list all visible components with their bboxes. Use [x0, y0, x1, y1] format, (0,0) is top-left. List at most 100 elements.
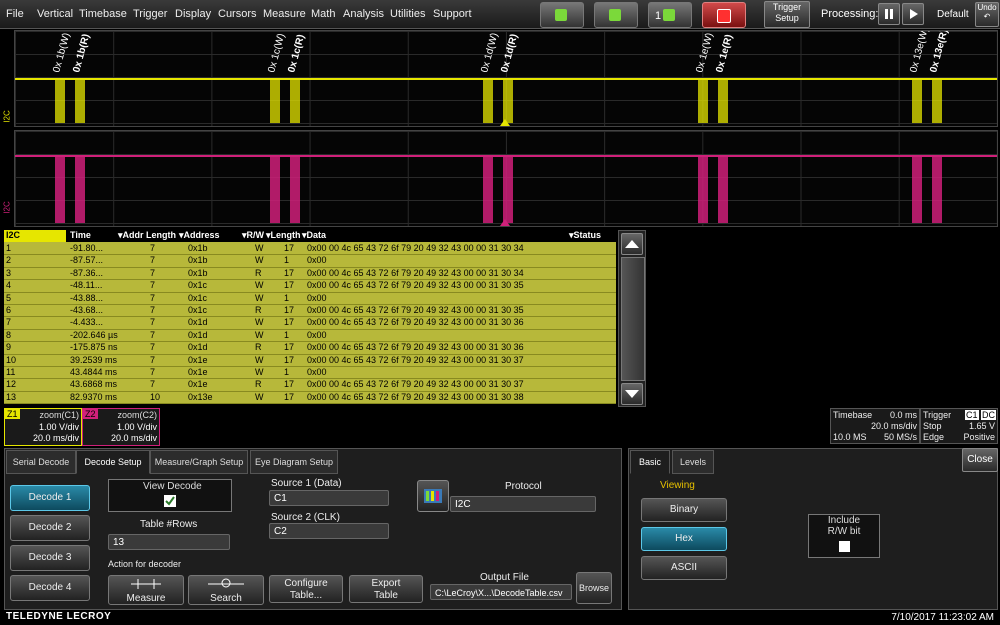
col-header-status[interactable]: ▾Status [569, 230, 601, 242]
tab-levels[interactable]: Levels [672, 450, 714, 474]
output-file-field[interactable]: C:\LeCroy\X...\DecodeTable.csv [430, 584, 572, 600]
zoom1-descriptor[interactable]: Z1 zoom(C1) 1.00 V/div 20.0 ms/div [4, 408, 82, 446]
zoom1-name: zoom(C1) [39, 410, 79, 420]
table-row[interactable]: 6 -43.68... 7 0x1c R 17 0x00 00 4c 65 43 72 6f… [4, 304, 616, 318]
menu-timebase[interactable]: Timebase [79, 8, 127, 20]
single-trigger-button[interactable]: 1 [648, 2, 692, 28]
col-header-address[interactable]: ▾Address [179, 230, 220, 242]
table-row[interactable]: 3 -87.36... 7 0x1b R 17 0x00 00 4c 65 43 72 6f… [4, 267, 616, 281]
status-led-icon [663, 9, 675, 21]
default-button[interactable]: Default [937, 9, 969, 20]
protocol-select-button[interactable] [417, 480, 449, 512]
time-cell: 39.2539 ms [70, 354, 118, 365]
scroll-down-button[interactable] [621, 383, 643, 405]
timebase-descriptor[interactable]: Timebase 0.0 ms 20.0 ms/div 10.0 MS 50 M… [830, 408, 920, 444]
menu-file[interactable]: File [6, 8, 24, 20]
table-row[interactable]: 8 -202.646 µs 7 0x1d W 1 0x00 [4, 329, 616, 343]
length-cell: 17 [284, 280, 295, 291]
table-row[interactable]: 13 82.9370 ms 10 0x13e W 17 0x00 00 4c 65 43 7… [4, 391, 616, 405]
table-row[interactable]: 4 -48.11... 7 0x1c W 17 0x00 00 4c 65 43 72 6f… [4, 279, 616, 293]
table-row[interactable]: 7 -4.433... 7 0x1d W 17 0x00 00 4c 65 43 72 6f… [4, 316, 616, 330]
hex-button[interactable]: Hex [641, 527, 727, 551]
menu-math[interactable]: Math [311, 8, 335, 20]
menu-trigger[interactable]: Trigger [133, 8, 167, 20]
menu-analysis[interactable]: Analysis [343, 8, 384, 20]
source1-field[interactable]: C1 [269, 490, 389, 506]
row-index: 1 [6, 243, 12, 253]
data-cell: 0x00 00 4c 65 43 72 6f 79 20 49 32 43 00… [307, 379, 524, 390]
col-header-length[interactable]: ▾Length [266, 230, 301, 242]
tab-eye-diagram-setup[interactable]: Eye Diagram Setup [250, 450, 338, 474]
stop-trigger-button[interactable] [702, 2, 746, 28]
tab-serial-decode[interactable]: Serial Decode [6, 450, 76, 474]
close-button[interactable]: Close [962, 448, 998, 472]
table-rows-field[interactable]: 13 [108, 534, 230, 550]
include-rw-checkbox[interactable] [838, 541, 850, 552]
view-decode-box[interactable]: View Decode [108, 479, 232, 512]
tab-basic[interactable]: Basic [630, 450, 670, 474]
rw-cell: W [255, 292, 264, 303]
col-header-addr-length[interactable]: ▾Addr Length [118, 230, 176, 242]
search-button[interactable]: Search [188, 575, 264, 605]
table-row[interactable]: 5 -43.88... 7 0x1c W 1 0x00 [4, 292, 616, 305]
burst [290, 79, 300, 123]
table-row[interactable]: 2 -87.57... 7 0x1b W 1 0x00 [4, 254, 616, 268]
scroll-up-button[interactable] [621, 233, 643, 255]
include-rw-box[interactable]: Include R/W bit [808, 514, 880, 558]
table-row[interactable]: 12 43.6868 ms 7 0x1e R 17 0x00 00 4c 65 43 72 … [4, 378, 616, 392]
col-header-time[interactable]: Time [70, 230, 91, 242]
scroll-thumb[interactable] [621, 257, 645, 381]
menu-measure[interactable]: Measure [263, 8, 306, 20]
view-decode-checkbox[interactable] [164, 495, 176, 507]
time-cell: -175.875 ns [70, 342, 118, 353]
source2-label: Source 2 (CLK) [271, 512, 340, 523]
play-icon [910, 9, 918, 19]
configure-table-button[interactable]: Configure Table... [269, 575, 343, 603]
table-row[interactable]: 9 -175.875 ns 7 0x1d R 17 0x00 00 4c 65 43 72 … [4, 341, 616, 355]
table-row[interactable]: 11 43.4844 ms 7 0x1e W 1 0x00 [4, 366, 616, 380]
measure-button[interactable]: Measure [108, 575, 184, 605]
decode-1-button[interactable]: Decode 1 [10, 485, 90, 511]
decode-3-button[interactable]: Decode 3 [10, 545, 90, 571]
action-label: Action for decoder [108, 559, 182, 569]
col-header-rw[interactable]: ▾R/W [242, 230, 264, 242]
trace1-grid[interactable]: 0x 1b(W) 0x 1b(R) 0x 1c(W) 0x 1c(R) 0x 1d(W)… [14, 30, 998, 127]
trace2-grid[interactable] [14, 130, 998, 227]
menu-support[interactable]: Support [433, 8, 472, 20]
data-cell: 0x00 00 4c 65 43 72 6f 79 20 49 32 43 00… [307, 391, 524, 402]
play-button[interactable] [902, 3, 924, 25]
protocol-field[interactable]: I2C [450, 496, 596, 512]
zoom2-descriptor[interactable]: Z2 zoom(C2) 1.00 V/div 20.0 ms/div [82, 408, 160, 446]
decode-4-button[interactable]: Decode 4 [10, 575, 90, 601]
undo-button[interactable]: Undo ↶ [975, 2, 999, 27]
trigger-setup-button[interactable]: Trigger Setup [764, 1, 810, 28]
col-header-data[interactable]: ▾Data [302, 230, 326, 242]
burst [290, 156, 300, 223]
table-row[interactable]: 10 39.2539 ms 7 0x1e W 17 0x00 00 4c 65 43 72 … [4, 354, 616, 367]
menu-vertical[interactable]: Vertical [37, 8, 73, 20]
zoom1-vdiv: 1.00 V/div [38, 422, 79, 432]
ascii-button[interactable]: ASCII [641, 556, 727, 580]
tab-decode-setup[interactable]: Decode Setup [76, 450, 150, 474]
burst [698, 79, 708, 123]
menu-cursors[interactable]: Cursors [218, 8, 257, 20]
menu-display[interactable]: Display [175, 8, 211, 20]
address-cell: 0x1e [188, 354, 208, 365]
source2-field[interactable]: C2 [269, 523, 389, 539]
auto-trigger-button[interactable] [540, 2, 584, 28]
browse-button[interactable]: Browse [576, 572, 612, 604]
tab-measure-graph-setup[interactable]: Measure/Graph Setup [150, 450, 248, 474]
menu-utilities[interactable]: Utilities [390, 8, 425, 20]
addr-length-cell: 7 [150, 280, 156, 291]
binary-button[interactable]: Binary [641, 498, 727, 522]
normal-trigger-button[interactable] [594, 2, 638, 28]
table-scrollbar[interactable] [618, 230, 646, 407]
row-index: 8 [6, 329, 12, 340]
export-table-button[interactable]: Export Table [349, 575, 423, 603]
address-cell: 0x1b [188, 267, 208, 278]
trigger-descriptor[interactable]: Trigger C1 DC Stop 1.65 V Edge Positive [920, 408, 998, 444]
decode-2-button[interactable]: Decode 2 [10, 515, 90, 541]
pause-button[interactable] [878, 3, 900, 25]
table-row[interactable]: 1 -91.80... 7 0x1b W 17 0x00 00 4c 65 43 72 6f… [4, 242, 616, 256]
addr-length-cell: 7 [150, 342, 156, 353]
